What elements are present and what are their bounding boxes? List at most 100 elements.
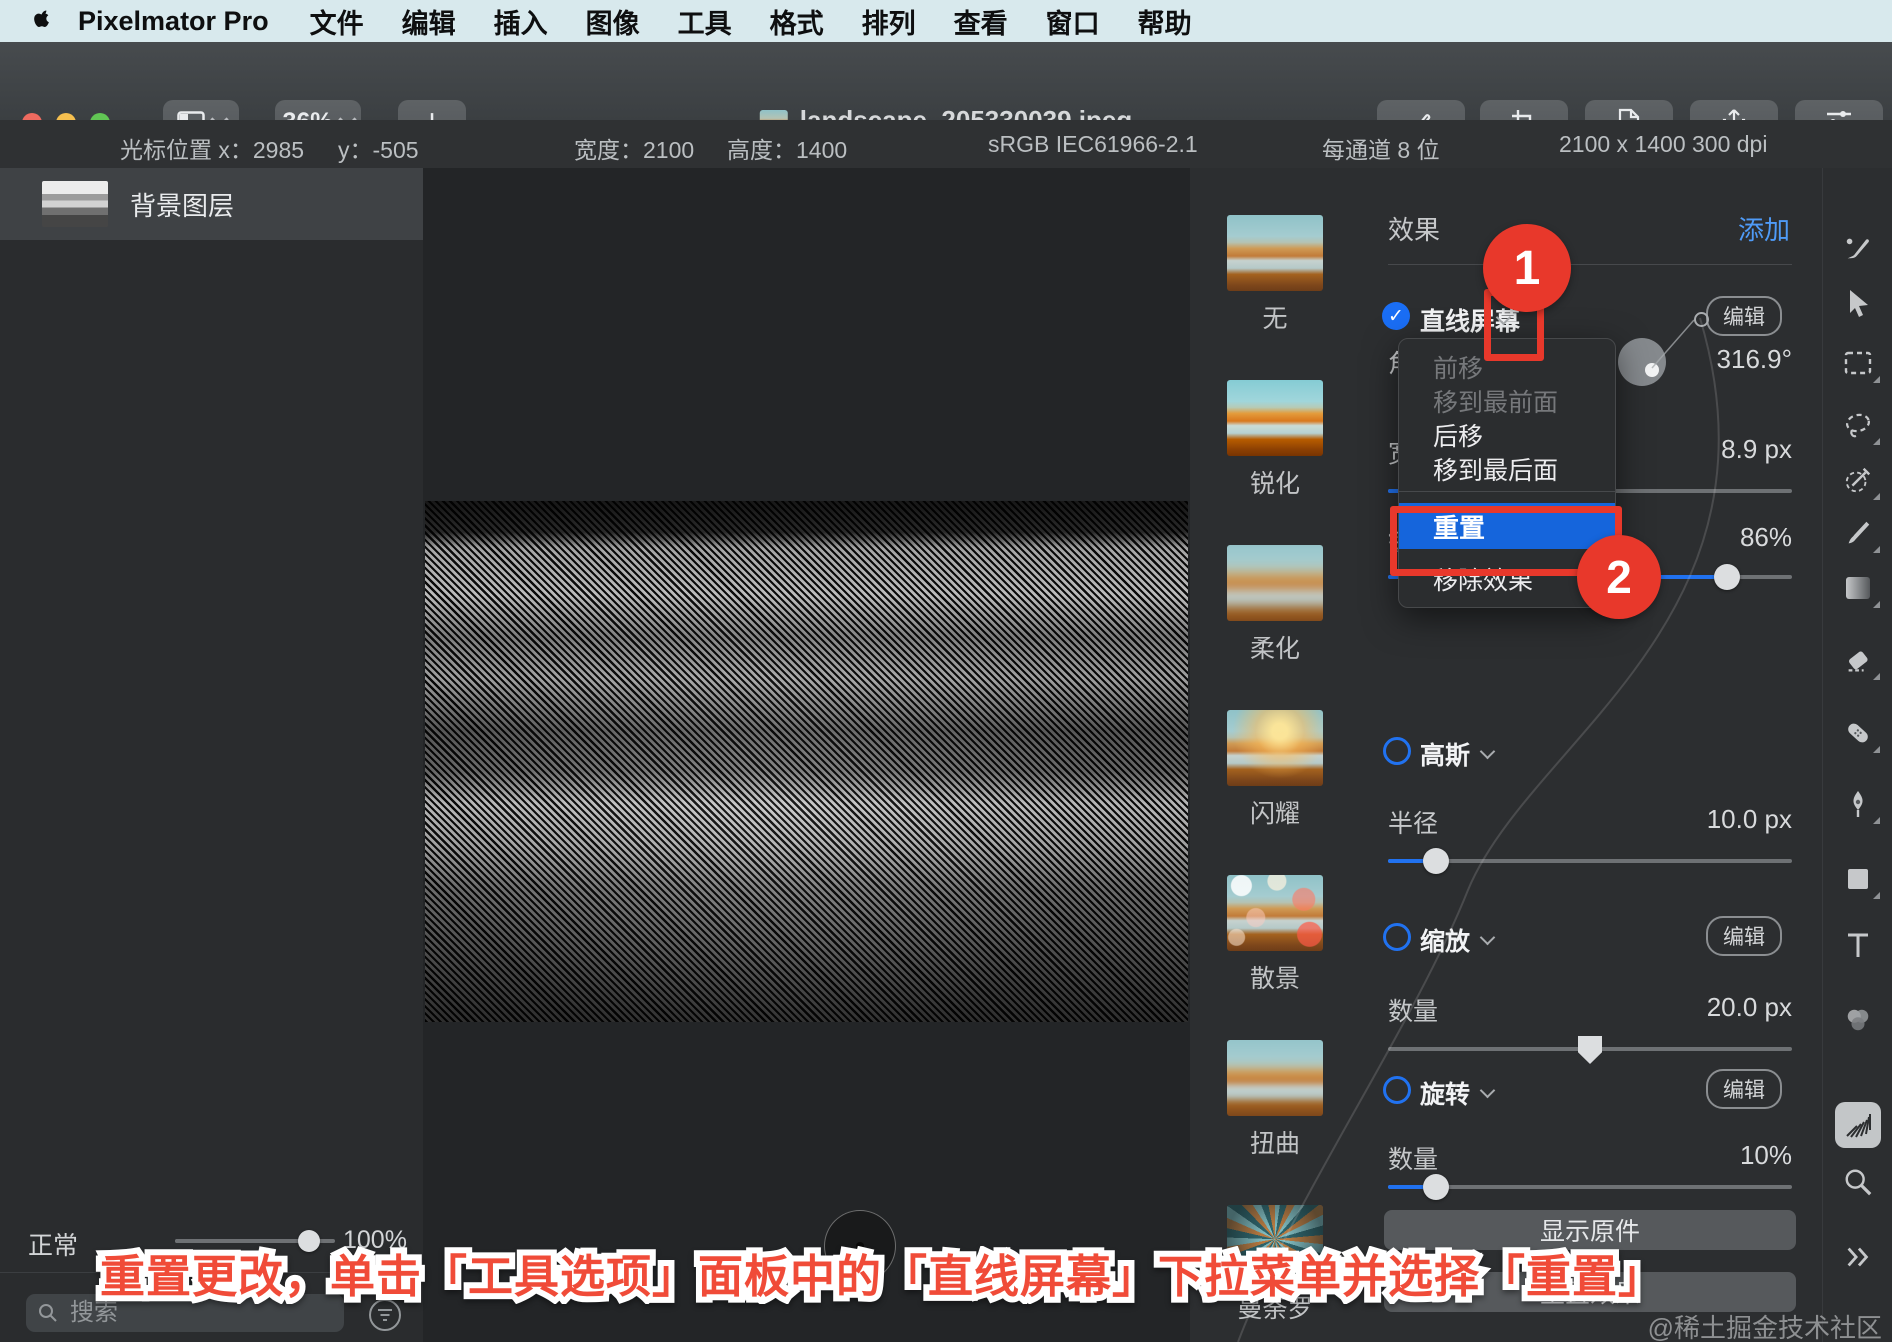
tool-marquee-select-button[interactable] [1842, 347, 1880, 383]
menu-divider [1399, 491, 1615, 492]
zoom-effect-row: 缩放 编辑 [1360, 916, 1822, 956]
zoom-amount-slider-knob[interactable] [1578, 1036, 1602, 1064]
rotate-amount-slider[interactable] [1388, 1174, 1792, 1200]
macos-menu-bar: Pixelmator Pro 文件 编辑 插入 图像 工具 格式 排列 查看 窗… [0, 0, 1892, 42]
tool-effects-button[interactable] [1835, 1102, 1881, 1148]
tool-erase-button[interactable] [1842, 644, 1880, 680]
tool-text-button[interactable] [1842, 929, 1874, 961]
double-chevron-right-icon [1847, 1247, 1869, 1267]
zoom-dropdown-chevron-icon[interactable] [1479, 929, 1496, 946]
rotate-effect-row: 旋转 编辑 [1360, 1069, 1822, 1109]
tool-repair-button[interactable] [1842, 717, 1880, 753]
menu-view[interactable]: 查看 [935, 2, 1027, 41]
apple-menu-icon[interactable] [26, 8, 52, 34]
marquee-rect-icon [1844, 351, 1872, 375]
tool-color-adjustments-button[interactable] [1842, 1004, 1874, 1036]
menu-arrange[interactable]: 排列 [843, 2, 935, 41]
menu-item-send-backward[interactable]: 后移 [1433, 417, 1483, 453]
bit-depth: 每通道 8 位 [1322, 137, 1440, 163]
info-bar: 光标位置 x：2985 y：-505 宽度：2100 高度：1400 sRGB … [0, 120, 1892, 169]
magnifier-icon [1845, 1169, 1872, 1196]
lasso-icon [1846, 413, 1870, 438]
effects-starburst-icon [1846, 1114, 1871, 1138]
paint-brush-icon [1848, 521, 1870, 544]
canvas-image-halftone[interactable] [425, 501, 1188, 1282]
tool-shape-button[interactable] [1842, 863, 1880, 899]
cursor-position: 光标位置 x：2985 [120, 137, 305, 163]
angle-dial[interactable] [1618, 338, 1666, 386]
edit-button[interactable]: 编辑 [1706, 1069, 1782, 1109]
effect-item-soften[interactable]: 柔化 [1190, 545, 1360, 665]
search-icon [39, 1304, 57, 1322]
tutorial-caption: 重置更改，单击「工具选项」面板中的「直线屏幕」下拉菜单并选择「重置」 重置更改，… [94, 1245, 1669, 1308]
tool-arrange-button[interactable] [1842, 232, 1874, 264]
cursor-position-y: y：-505 [338, 137, 419, 163]
rotate-effect-label: 旋转 [1420, 1081, 1471, 1109]
menu-item-send-to-back[interactable]: 移到最后面 [1433, 451, 1558, 487]
gaussian-dropdown-chevron-icon[interactable] [1479, 743, 1496, 760]
effect-disabled-checkbox[interactable] [1383, 737, 1411, 765]
add-effect-link[interactable]: 添加 [1738, 210, 1790, 247]
menu-insert[interactable]: 插入 [475, 2, 567, 41]
effect-disabled-checkbox[interactable] [1383, 1076, 1411, 1104]
effect-thumbnail [1227, 380, 1323, 456]
effect-item-bokeh[interactable]: 散景 [1190, 875, 1360, 995]
tool-gradient-button[interactable] [1842, 572, 1880, 608]
effect-item-sharpen[interactable]: 锐化 [1190, 380, 1360, 500]
more-tools-button[interactable] [1842, 1241, 1874, 1273]
radius-value: 10.0 px [1706, 804, 1792, 834]
sharpness-value: 86% [1739, 522, 1792, 552]
zoom-effect-label: 缩放 [1420, 928, 1471, 956]
radius-slider-knob[interactable] [1423, 848, 1450, 874]
effect-thumbnail [1227, 545, 1323, 621]
rotate-amount-label: 数量 [1388, 1146, 1439, 1174]
menu-image[interactable]: 图像 [567, 2, 659, 41]
blend-mode-value[interactable]: 正常 [28, 1226, 78, 1262]
radius-slider[interactable] [1388, 848, 1792, 874]
edit-button[interactable]: 编辑 [1706, 916, 1782, 956]
effect-thumbnail [1227, 215, 1323, 291]
effect-enabled-checkbox[interactable]: ✓ [1382, 302, 1410, 330]
rotate-amount-value: 10% [1739, 1140, 1792, 1170]
sharpness-slider-knob[interactable] [1714, 564, 1741, 590]
menu-app-name[interactable]: Pixelmator Pro [78, 6, 269, 37]
radius-label: 半径 [1388, 810, 1439, 838]
layer-name: 背景图层 [130, 190, 235, 221]
rotate-amount-slider-knob[interactable] [1423, 1174, 1450, 1200]
style-brush-icon [1846, 238, 1869, 259]
tool-lasso-select-button[interactable] [1842, 409, 1880, 445]
layer-row-background[interactable]: 背景图层 [0, 168, 423, 240]
shape-square-icon [1848, 869, 1868, 889]
zoom-amount-value: 20.0 px [1706, 992, 1792, 1022]
tool-zoom-button[interactable] [1842, 1166, 1874, 1198]
effect-item-shine[interactable]: 闪耀 [1190, 710, 1360, 830]
effect-disabled-checkbox[interactable] [1383, 923, 1411, 951]
tool-pen-button[interactable] [1842, 788, 1880, 824]
zoom-amount-slider[interactable] [1388, 1036, 1792, 1064]
menu-item-bring-forward: 前移 [1433, 355, 1484, 383]
tool-paint-button[interactable] [1842, 517, 1880, 553]
angle-dial-pointer-dot [1694, 312, 1709, 327]
eraser-icon [1848, 651, 1868, 672]
tool-move-button[interactable] [1842, 287, 1874, 319]
menu-window[interactable]: 窗口 [1027, 2, 1119, 41]
menu-help[interactable]: 帮助 [1119, 2, 1211, 41]
menu-edit[interactable]: 编辑 [383, 2, 475, 41]
menu-file[interactable]: 文件 [291, 2, 383, 41]
menu-tools[interactable]: 工具 [659, 2, 751, 41]
rotate-dropdown-chevron-icon[interactable] [1479, 1082, 1496, 1099]
menu-item-bring-to-front: 移到最前面 [1433, 389, 1559, 417]
gaussian-effect-row: 高斯 [1360, 734, 1822, 770]
effects-browser: 无 锐化 柔化 闪耀 散景 扭曲 曼荼罗 [1190, 168, 1360, 1342]
edit-button[interactable]: 编辑 [1706, 296, 1782, 336]
menu-format[interactable]: 格式 [751, 2, 843, 41]
tool-color-select-button[interactable] [1842, 464, 1880, 500]
cursor-arrow-icon [1850, 290, 1868, 317]
width-value: 8.9 px [1721, 434, 1792, 464]
gaussian-label: 高斯 [1420, 742, 1471, 770]
color-circles-icon [1847, 1009, 1869, 1031]
effect-item-distort[interactable]: 扭曲 [1190, 1040, 1360, 1160]
gradient-icon [1846, 577, 1870, 599]
tools-rail [1822, 168, 1892, 1342]
effect-item-none[interactable]: 无 [1190, 215, 1360, 335]
